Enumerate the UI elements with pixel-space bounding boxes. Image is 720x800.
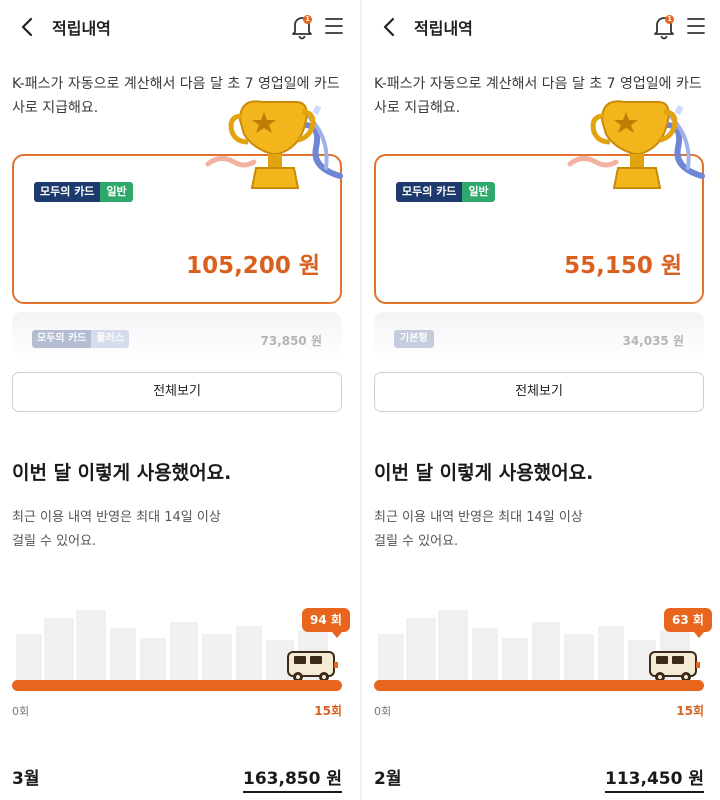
trophy-icon	[205, 100, 343, 189]
tag-card-tier: 일반	[100, 182, 133, 202]
sub-tag-basic: 기본형	[394, 330, 434, 348]
usage-desc-line1: 최근 이용 내역 반영은 최대 14일 이상	[12, 510, 221, 525]
reward-amount: 55,150 원	[564, 253, 682, 279]
usage-description: 최근 이용 내역 반영은 최대 14일 이상 걸릴 수 있어요.	[12, 506, 312, 554]
reward-amount: 105,200 원	[186, 253, 320, 279]
usage-desc-line2: 걸릴 수 있어요.	[12, 534, 97, 549]
sub-card-tag: 기본형	[394, 330, 434, 348]
page-title: 적립내역	[52, 19, 111, 38]
app-header: 적립내역 1	[362, 0, 720, 54]
card-type-tag: 모두의 카드 일반	[396, 182, 495, 202]
tag-card-name: 모두의 카드	[34, 182, 101, 202]
progress-max-label: 15회	[676, 704, 704, 718]
view-all-button[interactable]: 전체보기	[12, 372, 342, 412]
notification-badge: 1	[665, 15, 674, 24]
secondary-reward-card[interactable]: 기본형 34,035 원	[374, 312, 704, 358]
back-arrow-icon[interactable]	[14, 14, 40, 40]
panel-february: 적립내역 1 K-패스가 자동으로 계산해서 다음 달 초 7 영업일에 카드사…	[362, 0, 720, 800]
month-total-amount[interactable]: 113,450 원	[605, 764, 704, 793]
usage-progress-bar	[374, 680, 704, 691]
sub-reward-amount: 73,850 원	[260, 334, 322, 348]
usage-title: 이번 달 이렇게 사용했어요.	[12, 462, 232, 484]
progress-min-label: 0회	[12, 705, 30, 718]
usage-progress-bar	[12, 680, 342, 691]
card-type-tag: 모두의 카드 일반	[34, 182, 133, 202]
sub-tag-card-tier: 플러스	[91, 330, 130, 348]
notification-badge: 1	[303, 15, 312, 24]
trophy-icon	[567, 100, 705, 189]
month-total-amount[interactable]: 163,850 원	[243, 764, 342, 793]
app-header: 적립내역 1	[0, 0, 360, 54]
bus-icon	[649, 651, 700, 682]
menu-icon[interactable]	[324, 16, 344, 36]
progress-min-label: 0회	[374, 705, 392, 718]
usage-description: 최근 이용 내역 반영은 최대 14일 이상 걸릴 수 있어요.	[374, 506, 674, 554]
secondary-reward-card[interactable]: 모두의 카드 플러스 73,850 원	[12, 312, 342, 358]
progress-max-label: 15회	[314, 704, 342, 718]
view-all-button[interactable]: 전체보기	[374, 372, 704, 412]
page-title: 적립내역	[414, 19, 473, 38]
sub-reward-amount: 34,035 원	[622, 334, 684, 348]
usage-desc-line2: 걸릴 수 있어요.	[374, 534, 459, 549]
sub-card-tag: 모두의 카드 플러스	[32, 330, 130, 348]
ride-count-bubble: 94 회	[302, 608, 350, 638]
panel-march: 적립내역 1 K-패스가 자동으로 계산해서 다음 달 초 7 영업일에 카드사…	[0, 0, 360, 800]
menu-icon[interactable]	[686, 16, 706, 36]
usage-title: 이번 달 이렇게 사용했어요.	[374, 462, 594, 484]
ride-count-bubble: 63 회	[664, 608, 712, 638]
usage-desc-line1: 최근 이용 내역 반영은 최대 14일 이상	[374, 510, 583, 525]
back-arrow-icon[interactable]	[376, 14, 402, 40]
sub-tag-card-name: 모두의 카드	[32, 330, 92, 348]
tag-card-tier: 일반	[462, 182, 495, 202]
month-label: 3월	[12, 769, 40, 789]
month-label: 2월	[374, 769, 402, 789]
bus-icon	[287, 651, 338, 682]
tag-card-name: 모두의 카드	[396, 182, 463, 202]
